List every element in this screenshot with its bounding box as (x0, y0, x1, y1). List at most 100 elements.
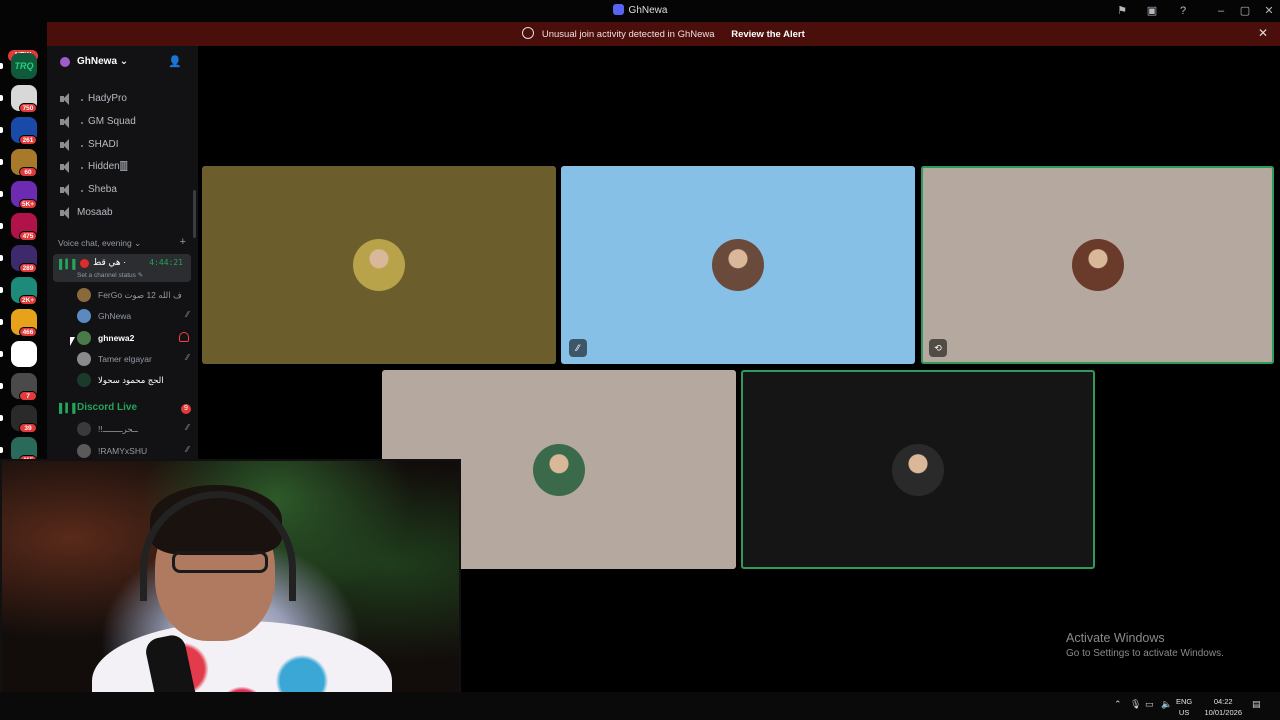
webcam-overlay (0, 459, 461, 720)
video-tile-speaking[interactable]: ⟲ (921, 166, 1274, 364)
mention-badge: 2K+ (19, 295, 38, 305)
participant-avatar (1071, 239, 1124, 291)
close-window-button[interactable]: ✕ (1261, 3, 1277, 19)
mention-badge: 5K+ (19, 199, 38, 209)
maximize-button[interactable]: ▢ (1237, 3, 1253, 19)
mention-badge: 7 (19, 391, 37, 401)
server-icon[interactable]: TRQ (11, 53, 37, 79)
notifications-icon[interactable]: ▤ (1252, 699, 1261, 710)
mention-badge: 466 (19, 327, 37, 337)
avatar (77, 309, 91, 323)
speaker-icon (59, 184, 71, 196)
guild-header[interactable]: GhNewa ⌄ 👤 (47, 46, 198, 78)
muted-mic-icon: ⁄⁄ (186, 445, 189, 454)
network-icon[interactable]: ▭ (1145, 699, 1154, 710)
voice-wave-icon: ▌▍▌ (59, 259, 79, 269)
language-indicator[interactable]: ENG US (1176, 696, 1192, 718)
participant-avatar (533, 443, 585, 496)
voice-channel-discord-live[interactable]: ▌▍▌ Discord Live 9 (59, 400, 191, 418)
minimize-button[interactable]: – (1213, 3, 1229, 19)
guild-icon (60, 57, 70, 67)
live-count-badge: 9 (181, 404, 191, 414)
unread-indicator (0, 351, 3, 357)
shield-icon (522, 27, 535, 39)
voice-wave-icon: ▌▍▌ (59, 403, 79, 413)
unread-indicator (0, 127, 3, 133)
voice-channel-shadi[interactable]: SHADI (59, 137, 194, 155)
speaker-icon (59, 161, 71, 173)
voice-member[interactable]: الحج محمود سحولا (77, 371, 189, 389)
voice-member[interactable]: Tamer elgayar ⁄⁄ (77, 350, 189, 368)
muted-mic-icon: ⁄⁄ (186, 310, 189, 319)
video-tile[interactable]: ⁄⁄ (561, 166, 915, 364)
alert-message: Unusual join activity detected in GhNewa (541, 29, 715, 40)
muted-mic-icon: ⁄⁄ (186, 353, 189, 362)
mention-badge: 261 (19, 135, 37, 145)
voice-member[interactable]: !!ــــ‎ــــ‎ــحر ⁄⁄ (77, 420, 189, 438)
speaker-icon (59, 93, 71, 105)
voice-channel-hidden[interactable]: Hidden🀫 (59, 159, 194, 177)
active-voice-channel[interactable]: ▌▍▌ هي قط · 4:44:21 Set a channel status… (53, 254, 191, 282)
avatar (77, 352, 91, 366)
chevron-up-icon[interactable]: ⌃ (1114, 699, 1122, 710)
screen-share-icon[interactable]: ▣ (1144, 3, 1160, 19)
sidebar-scrollbar[interactable] (193, 190, 196, 238)
mention-badge: 60 (19, 167, 37, 177)
voice-member[interactable]: FerGo ف الله 12 صوت (77, 286, 189, 304)
participant-avatar (712, 239, 764, 291)
server-icon[interactable] (11, 341, 37, 367)
speaker-icon (59, 207, 71, 219)
unread-indicator (0, 191, 3, 197)
voice-member[interactable]: !RAMYxSHU ⁄⁄ (77, 442, 189, 460)
app-icon (612, 4, 624, 15)
participant-avatar (892, 443, 944, 496)
avatar (77, 422, 91, 436)
unread-indicator (0, 447, 3, 453)
category-header[interactable]: Voice chat, evening ⌄ (58, 238, 141, 249)
participant-avatar (353, 239, 405, 291)
video-tile[interactable] (202, 166, 556, 364)
call-duration: 4:44:21 (149, 258, 183, 267)
voice-channel-mosaab[interactable]: Mosaab (59, 205, 194, 223)
speaker-icon (59, 116, 71, 128)
window-title: GhNewa (0, 4, 1280, 16)
avatar (77, 288, 91, 302)
guild-name[interactable]: GhNewa ⌄ (77, 56, 128, 67)
mention-badge: 750 (19, 103, 37, 113)
unread-indicator (0, 95, 3, 101)
close-icon[interactable]: ✕ (1258, 26, 1268, 40)
channel-status-link[interactable]: Set a channel status ✎ (77, 271, 143, 279)
unread-indicator (0, 287, 3, 293)
inbox-icon[interactable]: ⚑ (1114, 3, 1130, 19)
voice-member[interactable]: GhNewa ⁄⁄ (77, 307, 189, 325)
alert-banner: Unusual join activity detected in GhNewa… (47, 22, 1280, 46)
add-channel-icon[interactable]: + (180, 236, 186, 248)
review-alert-link[interactable]: Review the Alert (731, 29, 805, 40)
video-tile-speaking[interactable] (741, 370, 1095, 569)
voice-channel-sheba[interactable]: Sheba (59, 182, 194, 200)
avatar (77, 444, 91, 458)
unread-indicator (0, 159, 3, 165)
volume-icon[interactable]: 🔈 (1161, 699, 1172, 710)
voice-channel-gm-squad[interactable]: GM Squad (59, 114, 194, 132)
channel-sidebar: GhNewa ⌄ 👤 HadyPro GM Squad SHADI Hidden… (47, 46, 198, 464)
deafened-headphones-icon (179, 332, 189, 342)
help-icon[interactable]: ? (1175, 3, 1191, 19)
mention-badge: 475 (19, 231, 37, 241)
taskbar-clock[interactable]: 04:22 10/01/2026 (1204, 696, 1242, 718)
muted-mic-icon: ⁄⁄ (186, 423, 189, 432)
mention-badge: 289 (19, 263, 37, 273)
invite-people-icon[interactable]: 👤 (168, 55, 182, 68)
voice-channel-hadypro[interactable]: HadyPro (59, 91, 194, 109)
microphone-icon[interactable]: 🎙 (1130, 699, 1141, 710)
mention-badge: 39 (19, 423, 37, 433)
windows-activation-watermark: Activate Windows Go to Settings to activ… (1066, 631, 1224, 659)
avatar (77, 331, 91, 345)
title-bar: GhNewa ⚑ ▣ ? – ▢ ✕ (0, 0, 1280, 22)
unread-indicator (0, 415, 3, 421)
unread-indicator (0, 63, 3, 69)
mouse-cursor (70, 337, 75, 346)
voice-member[interactable]: ghnewa2 (77, 329, 189, 347)
speaker-icon (59, 139, 71, 151)
unread-indicator (0, 255, 3, 261)
